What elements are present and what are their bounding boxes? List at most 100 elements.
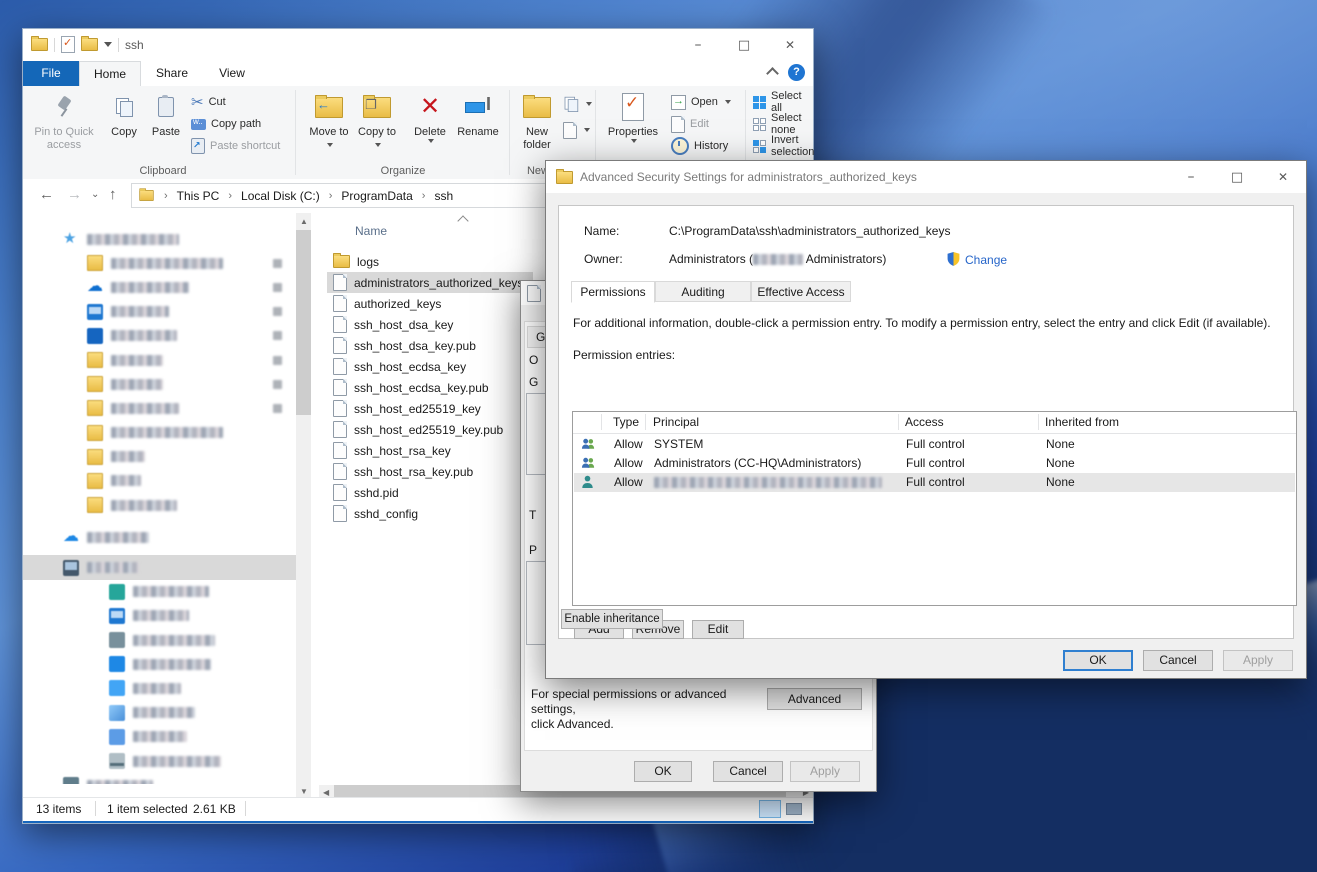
sort-ascending-icon[interactable] bbox=[457, 215, 468, 226]
back-icon[interactable]: ← bbox=[39, 186, 54, 203]
file-row[interactable]: logs bbox=[327, 251, 533, 272]
breadcrumb-programdata[interactable]: ProgramData bbox=[341, 189, 412, 203]
properties-button[interactable]: Properties bbox=[603, 90, 663, 143]
cancel-button[interactable]: Cancel bbox=[1143, 650, 1213, 671]
header-inherited-from[interactable]: Inherited from bbox=[1045, 415, 1119, 429]
help-icon[interactable]: ? bbox=[788, 64, 805, 81]
sidebar-item[interactable] bbox=[23, 445, 296, 469]
scrollbar-thumb[interactable] bbox=[296, 230, 311, 415]
edit-button[interactable]: Edit bbox=[692, 620, 744, 639]
select-all-button[interactable]: Select all bbox=[753, 92, 813, 112]
file-row[interactable]: authorized_keys bbox=[327, 293, 533, 314]
header-access[interactable]: Access bbox=[905, 415, 944, 429]
sidebar-item[interactable] bbox=[23, 251, 296, 275]
copy-button[interactable]: Copy bbox=[103, 90, 145, 139]
copy-to-button[interactable]: ❐ Copy to bbox=[353, 90, 401, 152]
scroll-up-icon[interactable]: ▲ bbox=[300, 217, 308, 226]
delete-button[interactable]: ✕ Delete bbox=[407, 90, 453, 143]
permission-row[interactable]: Allow SYSTEM Full control None bbox=[574, 435, 1295, 454]
file-row[interactable]: sshd.pid bbox=[327, 482, 533, 503]
sidebar-item[interactable] bbox=[23, 227, 296, 251]
history-button[interactable]: History bbox=[671, 136, 728, 156]
sidebar-item[interactable] bbox=[23, 580, 296, 604]
maximize-button[interactable] bbox=[721, 29, 767, 59]
file-row[interactable]: ssh_host_ecdsa_key bbox=[327, 356, 533, 377]
sidebar-item[interactable] bbox=[23, 396, 296, 420]
details-view-button[interactable] bbox=[759, 800, 781, 818]
ok-button[interactable]: OK bbox=[634, 761, 692, 782]
change-owner-link[interactable]: Change bbox=[965, 253, 1007, 267]
cancel-button[interactable]: Cancel bbox=[713, 761, 783, 782]
sidebar-item[interactable] bbox=[23, 676, 296, 700]
pin-to-quick-access-button[interactable]: Pin to Quick access bbox=[33, 90, 95, 152]
scroll-down-icon[interactable]: ▼ bbox=[300, 787, 308, 796]
explorer-titlebar[interactable]: ssh bbox=[23, 29, 813, 61]
file-row[interactable]: ssh_host_rsa_key.pub bbox=[327, 461, 533, 482]
permission-row[interactable]: Allow Administrators (CC-HQ\Administrato… bbox=[574, 454, 1295, 473]
file-row-selected[interactable]: administrators_authorized_keys bbox=[327, 272, 533, 293]
sidebar-item[interactable] bbox=[23, 725, 296, 749]
new-item-button[interactable] bbox=[563, 120, 590, 140]
sidebar-item[interactable] bbox=[23, 652, 296, 676]
invert-selection-button[interactable]: Invert selection bbox=[753, 136, 814, 156]
file-row[interactable]: ssh_host_ecdsa_key.pub bbox=[327, 377, 533, 398]
cut-button[interactable]: ✂Cut bbox=[191, 92, 226, 112]
tab-auditing[interactable]: Auditing bbox=[655, 281, 751, 302]
sidebar-item[interactable] bbox=[23, 421, 296, 445]
file-row[interactable]: ssh_host_ed25519_key.pub bbox=[327, 419, 533, 440]
breadcrumb-local-disk[interactable]: Local Disk (C:) bbox=[241, 189, 320, 203]
sidebar-item[interactable] bbox=[23, 300, 296, 324]
file-row[interactable]: ssh_host_dsa_key bbox=[327, 314, 533, 335]
breadcrumb-ssh[interactable]: ssh bbox=[434, 189, 453, 203]
sidebar-item[interactable] bbox=[23, 348, 296, 372]
breadcrumb-this-pc[interactable]: This PC bbox=[177, 189, 220, 203]
file-row[interactable]: ssh_host_ed25519_key bbox=[327, 398, 533, 419]
maximize-button[interactable] bbox=[1214, 161, 1260, 191]
open-button[interactable]: Open bbox=[671, 92, 731, 112]
header-principal[interactable]: Principal bbox=[653, 415, 699, 429]
rename-button[interactable]: Rename bbox=[453, 90, 503, 139]
tab-permissions[interactable]: Permissions bbox=[571, 281, 655, 303]
up-icon[interactable]: ↑ bbox=[109, 186, 117, 203]
forward-icon[interactable]: → bbox=[67, 186, 82, 203]
new-folder-shortcut-icon[interactable] bbox=[81, 38, 98, 51]
file-row[interactable]: sshd_config bbox=[327, 503, 533, 524]
tab-share[interactable]: Share bbox=[141, 61, 203, 86]
tab-view[interactable]: View bbox=[203, 61, 261, 86]
apply-button[interactable]: Apply bbox=[1223, 650, 1293, 671]
enable-inheritance-button[interactable]: Enable inheritance bbox=[561, 609, 663, 629]
header-type[interactable]: Type bbox=[613, 415, 639, 429]
file-row[interactable]: ssh_host_rsa_key bbox=[327, 440, 533, 461]
sidebar-item[interactable] bbox=[23, 525, 296, 549]
recent-locations-chevron-icon[interactable]: ⌄ bbox=[91, 189, 99, 200]
move-to-button[interactable]: ← Move to bbox=[305, 90, 353, 152]
sidebar-item[interactable] bbox=[23, 469, 296, 493]
permission-row-selected[interactable]: Allow Full control None bbox=[574, 473, 1295, 492]
sidebar-item[interactable] bbox=[23, 493, 296, 517]
ok-button[interactable]: OK bbox=[1063, 650, 1133, 671]
tab-effective-access[interactable]: Effective Access bbox=[751, 281, 851, 302]
select-none-button[interactable]: Select none bbox=[753, 114, 813, 134]
minimize-button[interactable] bbox=[675, 29, 721, 59]
minimize-button[interactable] bbox=[1168, 161, 1214, 191]
tab-home[interactable]: Home bbox=[79, 61, 141, 86]
thumbnail-view-button[interactable] bbox=[783, 800, 805, 818]
collapse-ribbon-icon[interactable] bbox=[766, 67, 779, 80]
permission-entries-table[interactable]: Type Principal Access Inherited from All… bbox=[572, 411, 1297, 606]
sidebar-item[interactable] bbox=[23, 773, 296, 784]
sidebar-item[interactable] bbox=[23, 749, 296, 773]
new-folder-button[interactable]: New folder bbox=[515, 90, 559, 152]
advanced-button[interactable]: Advanced bbox=[767, 688, 862, 710]
sidebar-item[interactable] bbox=[23, 372, 296, 396]
sidebar-item[interactable] bbox=[23, 275, 296, 299]
properties-shortcut-icon[interactable] bbox=[61, 36, 75, 53]
apply-button[interactable]: Apply bbox=[790, 761, 860, 782]
column-header-name[interactable]: Name bbox=[355, 224, 387, 238]
copy-path-button[interactable]: Copy path bbox=[191, 114, 261, 134]
close-button[interactable] bbox=[1260, 161, 1306, 191]
sidebar-scrollbar[interactable]: ▲ ▼ bbox=[296, 213, 311, 800]
edit-button[interactable]: Edit bbox=[671, 114, 709, 134]
paste-shortcut-button[interactable]: Paste shortcut bbox=[191, 136, 280, 156]
scroll-left-icon[interactable]: ◀ bbox=[323, 788, 329, 797]
tab-file[interactable]: File bbox=[23, 61, 79, 86]
